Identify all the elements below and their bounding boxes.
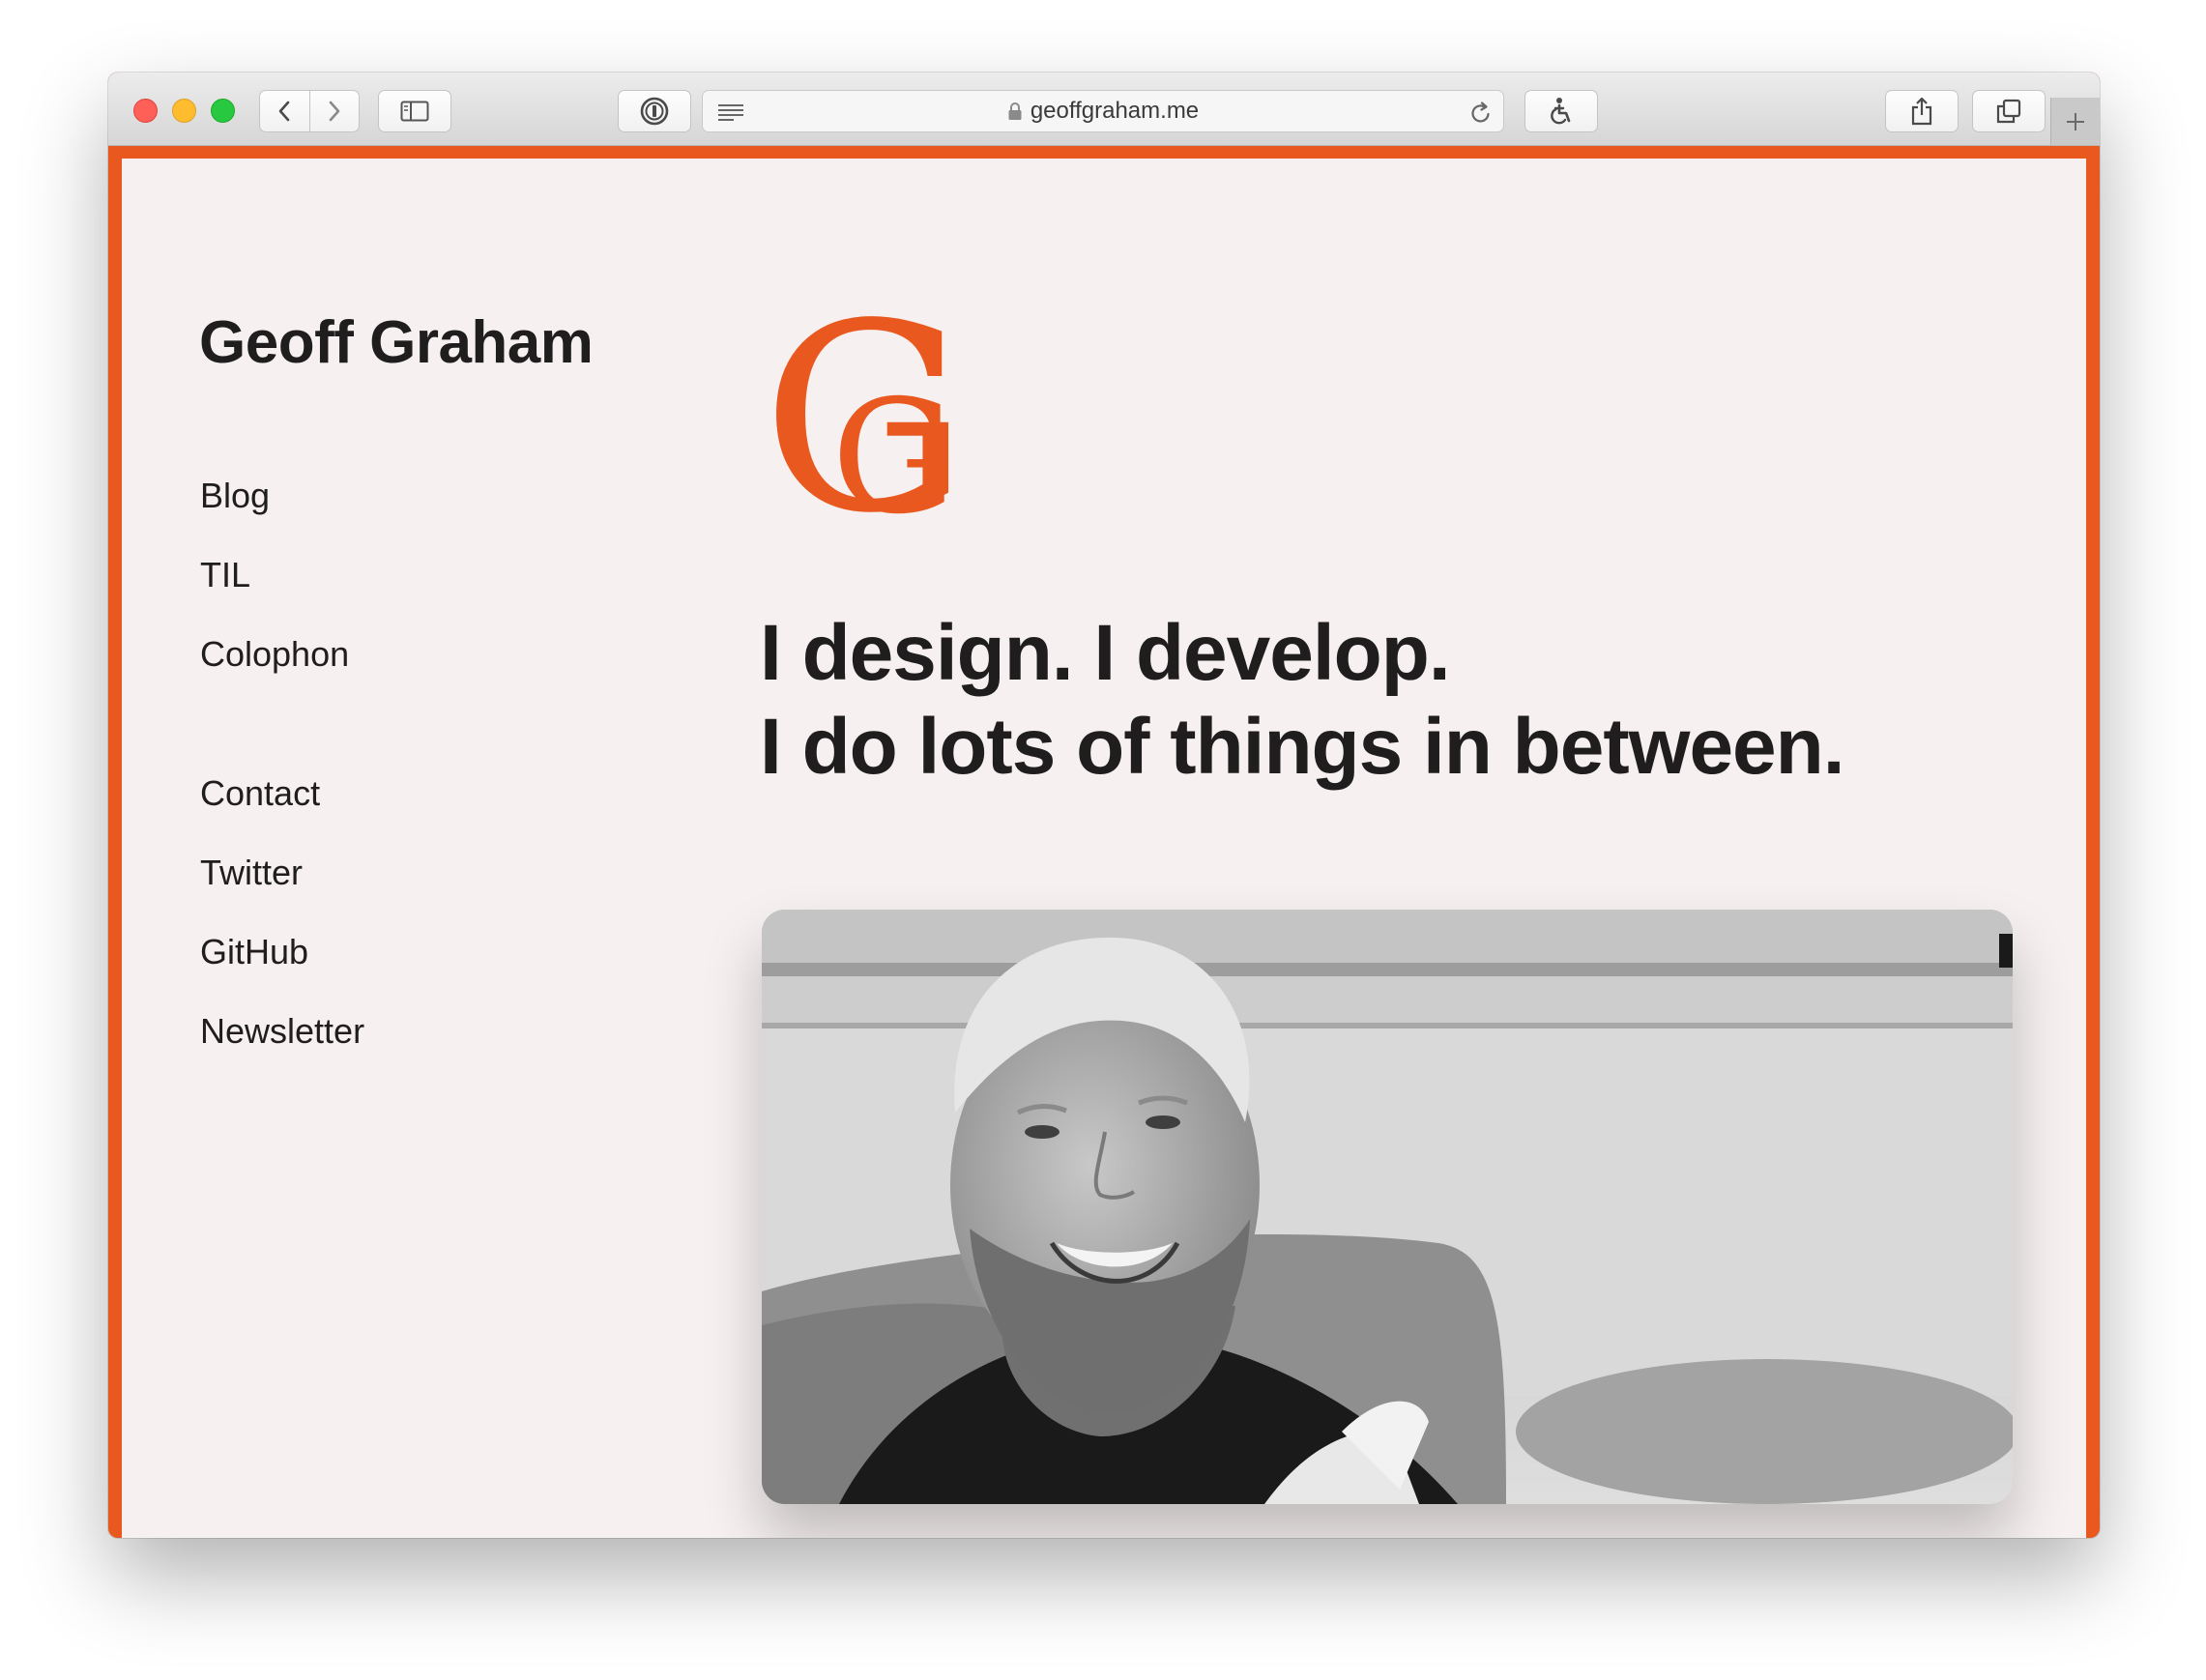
plus-icon (2067, 112, 2084, 130)
tagline-line-2: I do lots of things in between. (760, 703, 1845, 791)
tabs-icon (1996, 99, 2021, 124)
site-title[interactable]: Geoff Graham (199, 308, 594, 377)
new-tab-button[interactable] (2050, 98, 2100, 145)
nav-link-colophon[interactable]: Colophon (200, 634, 349, 675)
share-icon (1911, 97, 1932, 126)
tagline: I design. I develop. I do lots of things… (760, 606, 1845, 794)
nav-link-til[interactable]: TIL (200, 555, 250, 595)
nav-link-contact[interactable]: Contact (200, 773, 320, 814)
portrait-illustration (762, 910, 2013, 1504)
nav-link-blog[interactable]: Blog (200, 476, 270, 516)
history-navigation (259, 90, 360, 132)
nav-link-github[interactable]: GitHub (200, 932, 308, 972)
sidebar-button[interactable] (378, 90, 451, 132)
nav-link-newsletter[interactable]: Newsletter (200, 1011, 364, 1052)
svg-text:G: G (831, 367, 956, 521)
back-button[interactable] (260, 91, 309, 131)
address-bar[interactable]: geoffgraham.me (702, 90, 1504, 132)
browser-toolbar: geoffgraham.me (108, 72, 2100, 146)
url-text: geoffgraham.me (1030, 98, 1200, 124)
sidebar-icon (400, 101, 429, 122)
reload-icon[interactable] (1468, 101, 1494, 126)
gg-monogram-logo: G G (762, 306, 969, 521)
portrait-photo (762, 910, 2013, 1504)
share-button[interactable] (1885, 90, 1959, 132)
nav-link-twitter[interactable]: Twitter (200, 853, 303, 893)
chevron-right-icon (329, 101, 340, 122)
accessibility-icon (1551, 98, 1571, 125)
tabs-overview-button[interactable] (1972, 90, 2046, 132)
accessibility-button[interactable] (1524, 90, 1598, 132)
url-display: geoffgraham.me (703, 91, 1503, 131)
chevron-left-icon (278, 101, 290, 122)
password-manager-button[interactable] (618, 90, 691, 132)
minimize-window-button[interactable] (172, 99, 196, 123)
tagline-line-1: I design. I develop. (760, 609, 1451, 697)
page-content: Geoff Graham Blog TIL Colophon Contact T… (122, 159, 2086, 1538)
browser-window: geoffgraham.me Geoff Graham Blog TIL Col… (108, 72, 2100, 1538)
forward-button[interactable] (308, 91, 360, 131)
lock-icon (1008, 102, 1022, 120)
password-manager-icon (640, 97, 669, 126)
maximize-window-button[interactable] (211, 99, 235, 123)
close-window-button[interactable] (133, 99, 158, 123)
